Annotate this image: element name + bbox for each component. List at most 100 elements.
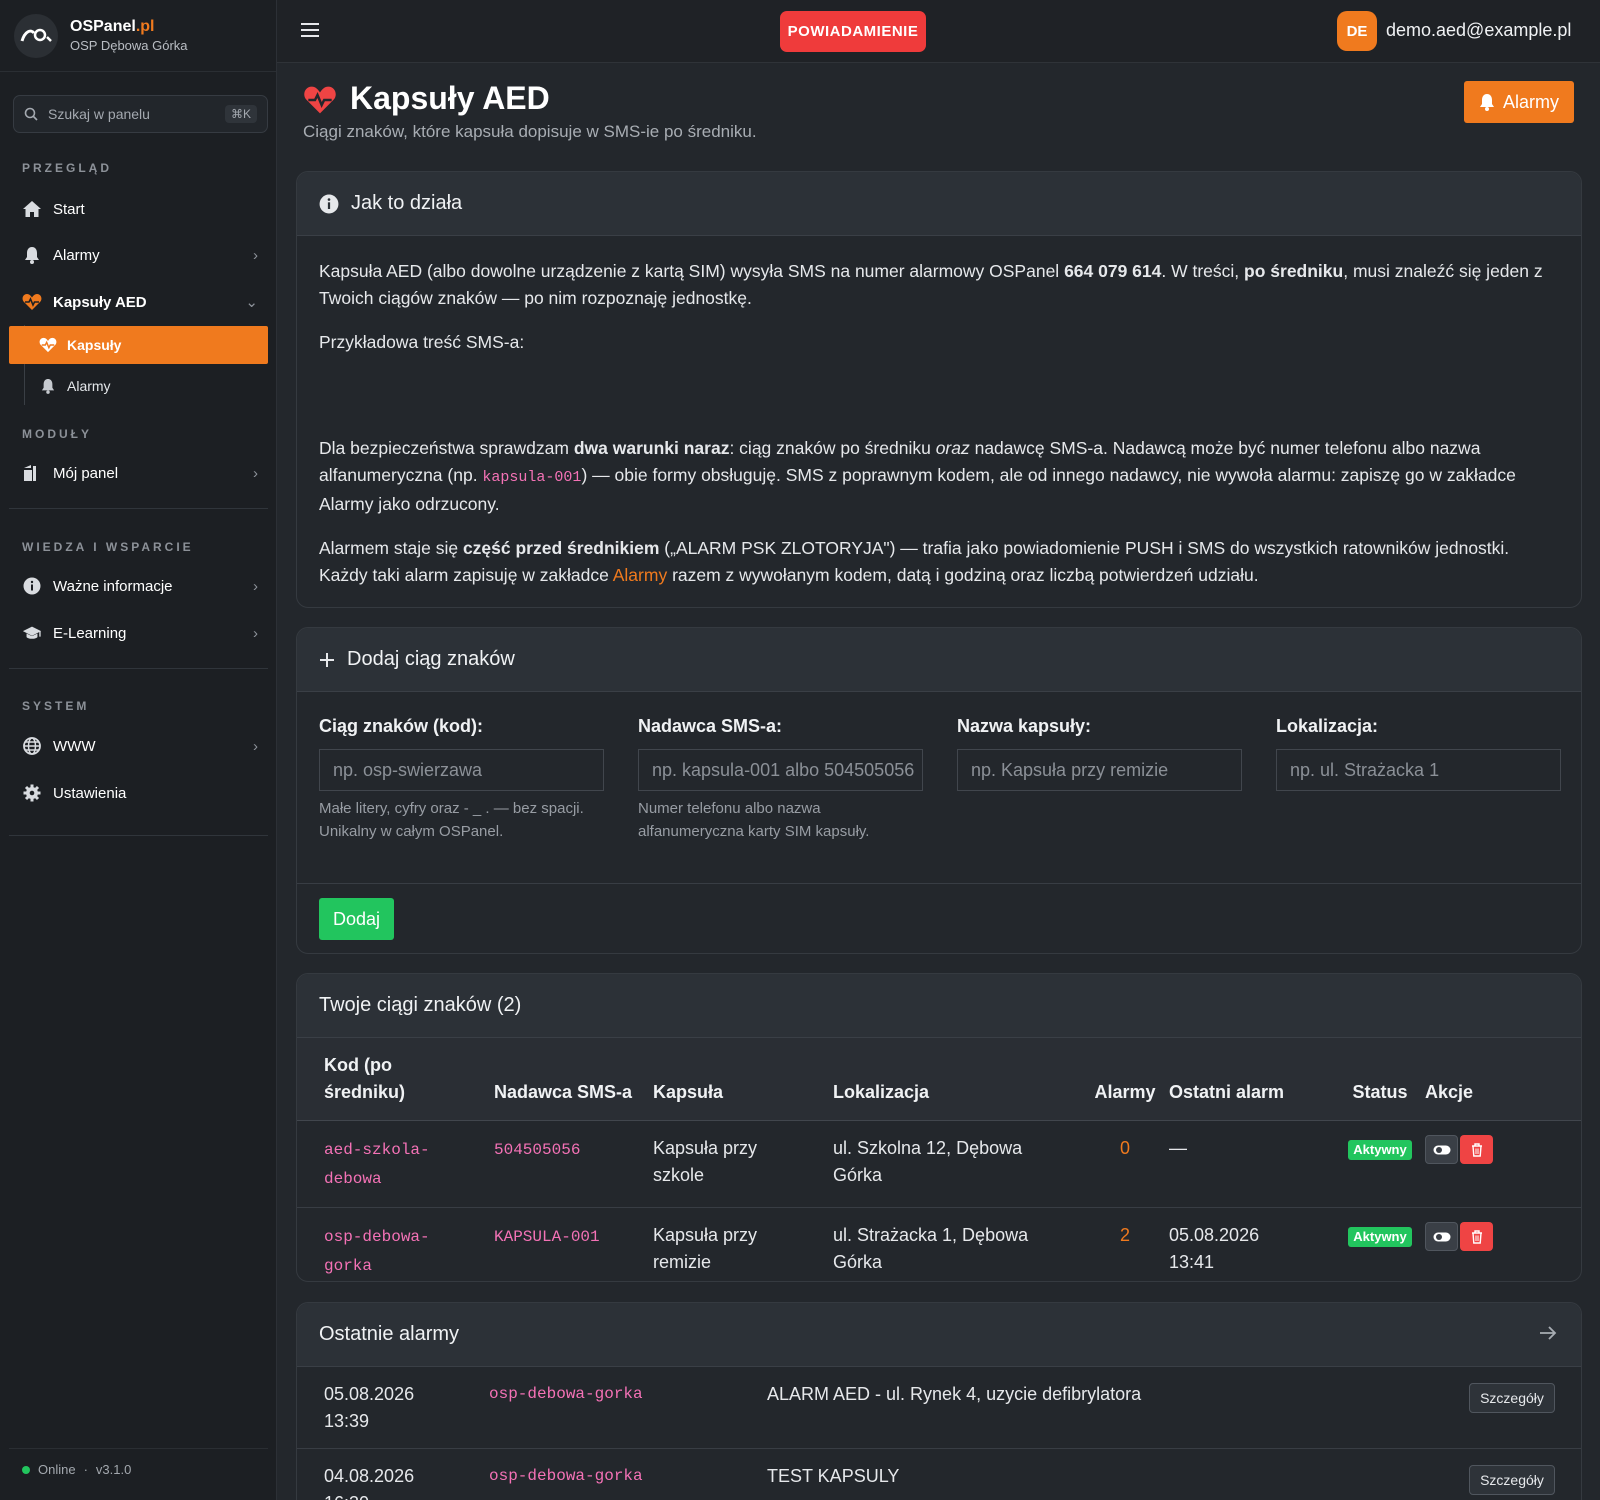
online-dot-icon: [22, 1465, 30, 1474]
location-value: ul. Strażacka 1, Dębowa Górka: [833, 1225, 1029, 1272]
status-badge: Aktywny: [1348, 1227, 1412, 1247]
alarm-datetime: 05.08.2026 13:39: [324, 1384, 415, 1431]
status-badge: Aktywny: [1348, 1140, 1412, 1160]
delete-button[interactable]: [1460, 1222, 1493, 1251]
menu-toggle-button[interactable]: [301, 22, 319, 40]
card-title: Twoje ciągi znaków (2): [319, 994, 522, 1016]
alarm-text: ALARM AED - ul. Rynek 4, uzycie defibryl…: [767, 1384, 1142, 1404]
search-icon: [24, 107, 38, 121]
code-input[interactable]: np. osp-swierzawa: [319, 749, 604, 791]
column-header[interactable]: Lokalizacja: [833, 1038, 1081, 1121]
heart-pulse-icon: [39, 336, 57, 354]
sidebar-item-elearning[interactable]: E-Learning ›: [9, 613, 268, 653]
location-input[interactable]: np. ul. Strażacka 1: [1276, 749, 1561, 791]
toggle-button[interactable]: [1425, 1135, 1458, 1164]
brand-subtitle: OSP Dębowa Górka: [70, 38, 188, 53]
row-actions: [1425, 1135, 1581, 1164]
toggle-button[interactable]: [1425, 1222, 1458, 1251]
column-header[interactable]: Status: [1335, 1038, 1425, 1121]
sidebar-subitem-alarms[interactable]: Alarmy: [9, 367, 268, 405]
page-subtitle: Ciągi znaków, które kapsuła dopisuje w S…: [303, 122, 757, 141]
trash-icon: [1471, 1142, 1482, 1157]
alarm-code: osp-debowa-gorka: [489, 1467, 643, 1485]
how-it-works-card: Jak to działa Kapsuła AED (albo dowolne …: [296, 171, 1582, 608]
sidebar-subitem-label: Alarmy: [67, 378, 111, 394]
delete-button[interactable]: [1460, 1135, 1493, 1164]
chevron-right-icon: ›: [253, 624, 258, 642]
field-label: Lokalizacja:: [1276, 716, 1379, 736]
column-header[interactable]: Nadawca SMS-a: [494, 1038, 653, 1121]
sidebar-item-important[interactable]: Ważne informacje ›: [9, 566, 268, 606]
chevron-right-icon: ›: [253, 737, 258, 755]
sidebar-item-my-panel[interactable]: Mój panel ›: [9, 453, 268, 493]
paragraph: Przykładowa treść SMS-a:: [319, 332, 525, 352]
gear-icon: [22, 783, 42, 803]
chevron-right-icon: ›: [253, 464, 258, 482]
column-header: Akcje: [1425, 1082, 1474, 1102]
capsule-value: Kapsuła przy szkole: [653, 1138, 758, 1185]
status-indicator: Online · v3.1.0: [22, 1462, 131, 1477]
sender-input[interactable]: np. kapsula-001 albo 504505056: [638, 749, 923, 791]
globe-icon: [22, 736, 42, 756]
avatar[interactable]: DE: [1337, 11, 1377, 51]
column-header[interactable]: Ostatni alarm: [1169, 1038, 1335, 1121]
brand[interactable]: OSPanel.pl OSP Dębowa Górka: [0, 0, 276, 72]
sidebar-divider: [9, 668, 268, 669]
sidebar-item-settings[interactable]: Ustawienia: [9, 773, 268, 813]
add-button[interactable]: Dodaj: [319, 898, 394, 940]
alarms-link[interactable]: Alarmy: [613, 565, 667, 585]
details-button[interactable]: Szczegóły: [1469, 1465, 1555, 1495]
alarms-button[interactable]: Alarmy: [1464, 81, 1574, 123]
sidebar-item-label: Kapsuły AED: [53, 293, 147, 311]
field-hint: Małe litery, cyfry oraz - _ . — bez spac…: [319, 800, 584, 840]
code-value: aed-szkola-debowa: [324, 1141, 430, 1188]
sidebar-item-label: E-Learning: [53, 624, 127, 642]
notification-button[interactable]: POWIADAMIENIE: [780, 11, 926, 52]
sidebar-item-alarms[interactable]: Alarmy ›: [9, 235, 268, 275]
capsule-value: Kapsuła przy remizie: [653, 1225, 758, 1272]
alarms-button-label: Alarmy: [1502, 91, 1559, 112]
column-header[interactable]: Kapsuła: [653, 1038, 833, 1121]
field-label: Nazwa kapsuły:: [957, 716, 1092, 736]
info-icon: [22, 576, 42, 596]
paragraph: Kapsuła AED (albo dowolne urządzenie z k…: [319, 261, 1543, 308]
form-field-code: Ciąg znaków (kod): np. osp-swierzawa Mał…: [319, 716, 604, 843]
user-email[interactable]: demo.aed@example.pl: [1386, 20, 1571, 41]
row-actions: [1425, 1222, 1581, 1251]
paragraph: Alarmem staje się część przed średnikiem…: [319, 538, 1510, 585]
details-button[interactable]: Szczegóły: [1469, 1383, 1555, 1413]
sidebar-subitem-capsules[interactable]: Kapsuły: [9, 326, 268, 364]
card-title: Jak to działa: [351, 192, 463, 214]
sidebar-divider: [9, 1448, 268, 1449]
chevron-right-icon: ›: [253, 246, 258, 264]
sidebar-item-www[interactable]: WWW ›: [9, 726, 268, 766]
dashboard-icon: [22, 463, 42, 483]
inline-code: kapsula-001: [482, 469, 582, 486]
search-shortcut: ⌘K: [224, 105, 257, 123]
brand-logo-icon: [14, 13, 58, 58]
list-item: 05.08.2026 13:39 osp-debowa-gorka ALARM …: [297, 1367, 1581, 1449]
info-icon: [319, 194, 339, 214]
field-label: Ciąg znaków (kod):: [319, 716, 484, 736]
search-input[interactable]: Szukaj w panelu ⌘K: [13, 95, 268, 133]
toggle-icon: [1433, 1145, 1450, 1154]
sidebar-item-label: Mój panel: [53, 464, 119, 482]
sidebar-item-start[interactable]: Start: [9, 189, 268, 229]
last-alarm-value: —: [1169, 1138, 1187, 1158]
sidebar-item-aed[interactable]: Kapsuły AED ⌄: [9, 282, 268, 322]
card-title: Ostatnie alarmy: [319, 1323, 460, 1345]
sidebar-item-label: Ustawienia: [53, 784, 127, 802]
plus-icon: [319, 652, 335, 668]
arrow-right-icon[interactable]: [1539, 1325, 1557, 1341]
card-header: Ostatnie alarmy: [297, 1303, 1581, 1367]
card-footer: Dodaj: [297, 883, 1581, 953]
chevron-right-icon: ›: [253, 577, 258, 595]
column-header[interactable]: Alarmy: [1081, 1038, 1169, 1121]
status-text: Online: [38, 1462, 76, 1477]
location-value: ul. Szkolna 12, Dębowa Górka: [833, 1138, 1023, 1185]
field-hint: Numer telefonu albo nazwa alfanumeryczna…: [638, 800, 870, 840]
alarm-datetime: 04.08.2026 16:30: [324, 1466, 415, 1500]
column-header[interactable]: Kod (po średniku): [297, 1038, 494, 1121]
bell-icon: [22, 245, 42, 265]
capsule-name-input[interactable]: np. Kapsuła przy remizie: [957, 749, 1242, 791]
